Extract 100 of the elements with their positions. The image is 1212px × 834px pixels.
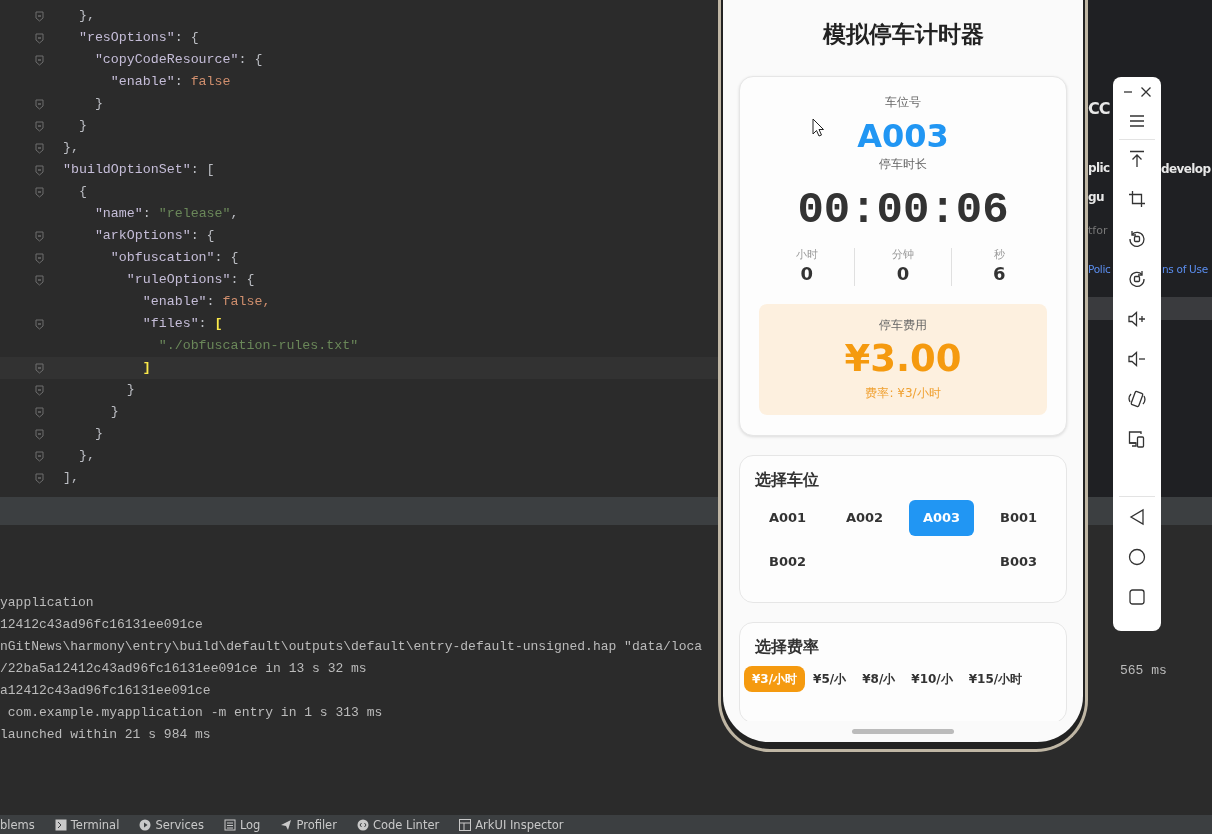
tool-tab[interactable]: Log bbox=[239, 817, 261, 832]
recent-apps-icon[interactable] bbox=[1128, 588, 1146, 606]
tool-tab[interactable]: ArkUI Inspector bbox=[475, 817, 564, 832]
console-line: yapplication bbox=[0, 594, 95, 612]
code-line: } bbox=[109, 404, 119, 419]
code-line: "ruleOptions": { bbox=[125, 272, 255, 287]
fold-icon[interactable] bbox=[35, 121, 44, 132]
fold-icon[interactable] bbox=[35, 187, 44, 198]
code-line: "enable": false bbox=[109, 74, 231, 89]
space-button[interactable]: B002 bbox=[755, 544, 820, 580]
code-line: } bbox=[93, 426, 103, 441]
fold-icon[interactable] bbox=[35, 33, 44, 44]
menu-icon[interactable] bbox=[1129, 114, 1145, 128]
home-icon[interactable] bbox=[1128, 548, 1146, 566]
close-icon[interactable] bbox=[1139, 85, 1152, 99]
console-line: a12412c43ad96fc16131ee091ce bbox=[0, 682, 212, 700]
tool-tab[interactable]: blems bbox=[0, 817, 35, 832]
rate-chip[interactable]: ¥10/小 bbox=[903, 666, 961, 692]
code-line: "files": [ bbox=[141, 316, 223, 331]
page-heading: CC bbox=[1088, 98, 1110, 120]
code-line: "./obfuscation-rules.txt" bbox=[157, 338, 359, 353]
tool-tab[interactable]: Profiler bbox=[296, 817, 337, 832]
code-line: "obfuscation": { bbox=[109, 250, 239, 265]
fold-icon[interactable] bbox=[35, 231, 44, 242]
unit-value: 0 bbox=[799, 262, 814, 286]
duration-label: 停车时长 bbox=[878, 156, 928, 172]
page-link[interactable]: ns of Use bbox=[1162, 262, 1208, 278]
rate-chip[interactable]: ¥8/小 bbox=[854, 666, 904, 692]
console-line: nGitNews\harmony\entry\build\default\outputs\default\entry-default-unsigned.hap "data/loca bbox=[0, 638, 704, 656]
app-title: 模拟停车计时器 bbox=[821, 20, 985, 49]
unit-label: 分钟 bbox=[891, 248, 915, 262]
console-line: 12412c43ad96fc16131ee091ce bbox=[0, 616, 204, 634]
fold-icon[interactable] bbox=[35, 55, 44, 66]
console-line: com.example.myapplication -m entry in 1 s 313 ms bbox=[6, 704, 384, 722]
space-button[interactable]: B001 bbox=[986, 500, 1051, 536]
fold-icon[interactable] bbox=[35, 451, 44, 462]
fold-icon[interactable] bbox=[35, 143, 44, 154]
console-line: /22ba5a12412c43ad96fc16131ee091ce in 13 s 32 ms bbox=[0, 660, 368, 678]
play-icon bbox=[139, 818, 152, 831]
console-line: 565 ms bbox=[1120, 662, 1167, 680]
page-link[interactable]: Polic bbox=[1088, 262, 1111, 278]
fold-icon[interactable] bbox=[35, 473, 44, 484]
code-line: ] bbox=[141, 360, 151, 375]
fold-icon[interactable] bbox=[35, 407, 44, 418]
space-label: 车位号 bbox=[884, 94, 922, 110]
devices-icon[interactable] bbox=[1128, 430, 1146, 448]
code-icon bbox=[356, 818, 369, 831]
space-number: A003 bbox=[857, 116, 949, 156]
fold-icon[interactable] bbox=[35, 165, 44, 176]
fold-icon[interactable] bbox=[35, 253, 44, 264]
code-line: "name": "release", bbox=[93, 206, 239, 221]
page-text: gu bbox=[1088, 189, 1104, 206]
rate-chip[interactable]: ¥5/小 bbox=[805, 666, 855, 692]
page-text: tfor bbox=[1088, 223, 1108, 239]
pin-top-icon[interactable] bbox=[1128, 150, 1146, 168]
code-line: } bbox=[77, 118, 87, 133]
tool-tab[interactable]: Terminal bbox=[70, 817, 120, 832]
console-line: launched within 21 s 984 ms bbox=[0, 726, 212, 744]
page-text: plic bbox=[1088, 160, 1110, 177]
back-icon[interactable] bbox=[1128, 508, 1146, 526]
unit-value: 0 bbox=[895, 262, 911, 286]
volume-down-icon[interactable] bbox=[1128, 350, 1146, 368]
log-icon bbox=[223, 818, 236, 831]
tool-tab[interactable]: Code Linter bbox=[372, 817, 440, 832]
tool-tab[interactable]: Services bbox=[155, 817, 204, 832]
section-title: 选择费率 bbox=[755, 637, 820, 657]
unit-value: 6 bbox=[992, 262, 1007, 286]
fold-icon[interactable] bbox=[35, 275, 44, 286]
rate-chip[interactable]: ¥15/小时 bbox=[960, 666, 1031, 692]
space-button[interactable]: A001 bbox=[755, 500, 820, 536]
code-line: "enable": false, bbox=[141, 294, 271, 309]
space-button[interactable]: B003 bbox=[986, 544, 1051, 580]
section-title: 选择车位 bbox=[755, 470, 820, 490]
fold-icon[interactable] bbox=[35, 11, 44, 22]
code-line: "arkOptions": { bbox=[93, 228, 215, 243]
fold-icon[interactable] bbox=[35, 319, 44, 330]
rotate-left-icon[interactable] bbox=[1128, 230, 1146, 248]
fold-icon[interactable] bbox=[35, 99, 44, 110]
code-line: "copyCodeResource": { bbox=[93, 52, 263, 67]
fold-icon[interactable] bbox=[35, 363, 44, 374]
code-line: }, bbox=[77, 8, 95, 23]
rotate-device-icon[interactable] bbox=[1128, 390, 1146, 408]
send-icon bbox=[280, 818, 293, 831]
crop-icon[interactable] bbox=[1128, 190, 1146, 208]
rate-text: 费率: ¥3/小时 bbox=[864, 385, 942, 402]
fold-icon[interactable] bbox=[35, 385, 44, 396]
layout-icon bbox=[459, 818, 472, 831]
timer-display: 00:00:06 bbox=[796, 185, 1010, 235]
volume-up-icon[interactable] bbox=[1128, 310, 1146, 328]
space-button[interactable]: A002 bbox=[832, 500, 897, 536]
code-line: } bbox=[125, 382, 135, 397]
fee-amount: ¥3.00 bbox=[843, 337, 963, 381]
fold-icon[interactable] bbox=[35, 429, 44, 440]
page-text: develop bbox=[1161, 161, 1211, 178]
code-line: }, bbox=[77, 448, 95, 463]
code-line: }, bbox=[61, 140, 79, 155]
fee-label: 停车费用 bbox=[878, 317, 928, 333]
rotate-right-icon[interactable] bbox=[1128, 270, 1146, 288]
unit-label: 小时 bbox=[794, 248, 819, 262]
code-line: { bbox=[77, 184, 87, 199]
